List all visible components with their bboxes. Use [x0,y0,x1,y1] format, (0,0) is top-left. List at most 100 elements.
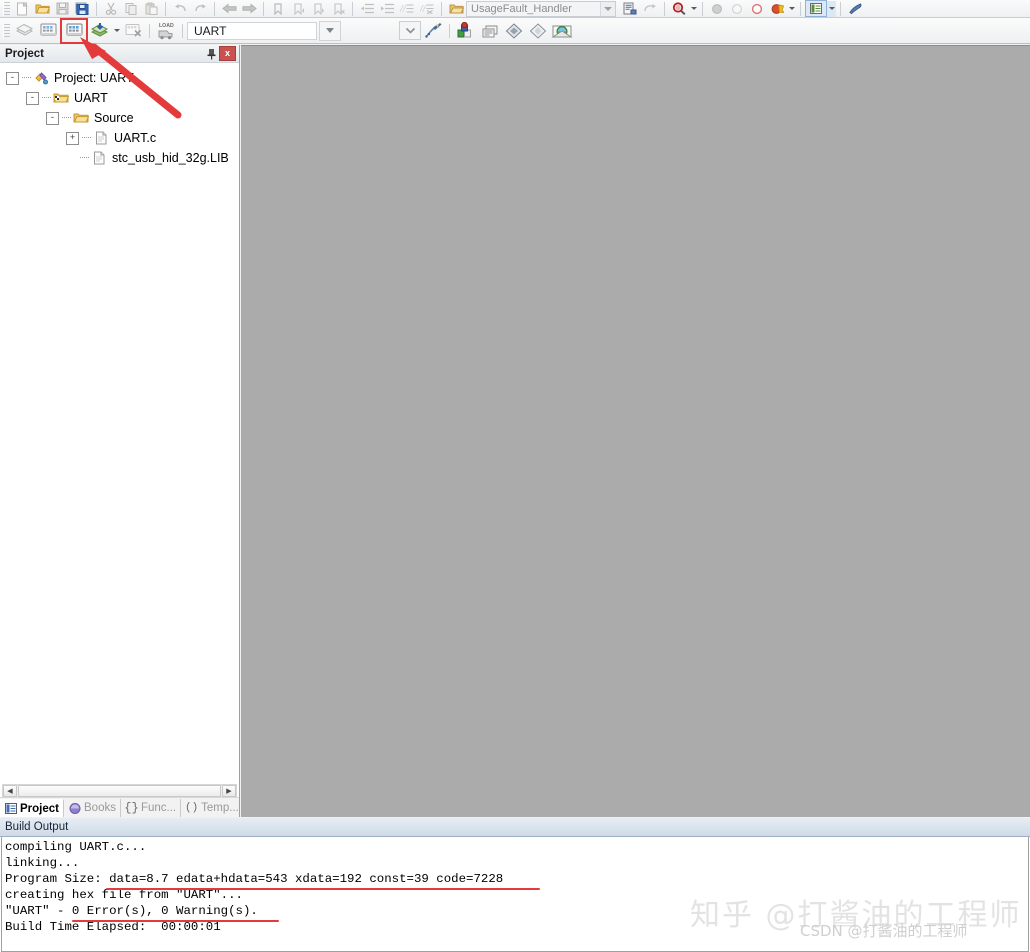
toolbar-separator [664,1,665,16]
bookmark-prev-icon[interactable] [288,1,308,17]
tree-connector [22,77,31,79]
uncomment-lines-icon[interactable]: // [417,1,437,17]
cut-icon[interactable] [101,1,121,17]
window-list-dropdown-icon[interactable] [827,0,836,17]
pin-icon[interactable] [203,47,219,61]
target-options-icon[interactable] [421,20,445,42]
close-icon[interactable]: x [219,46,236,61]
tree-item-project[interactable]: - Project: UART [0,68,239,88]
templates-window-icon[interactable] [526,20,550,42]
source-browser-icon[interactable] [550,20,574,42]
project-panel: Project x - Project: UART - UART - Sourc… [0,45,244,817]
download-icon[interactable]: LOAD [154,20,178,42]
function-combo[interactable]: UsageFault_Handler [466,0,616,17]
scroll-right-icon[interactable]: ▶ [222,785,236,797]
build-target-icon[interactable] [36,20,60,42]
folder-icon [446,1,466,17]
navigate-back-icon[interactable] [219,1,239,17]
target-options-dropdown-icon[interactable] [399,21,421,40]
find-dropdown-icon[interactable] [689,1,698,17]
tab-functions[interactable]: {} Func... [121,799,182,817]
build-output-line: linking... [5,856,80,870]
navigate-forward-icon[interactable] [239,1,259,17]
target-selector[interactable]: UART [187,21,317,40]
target-folder-icon [53,90,69,106]
breakpoint-disabled-icon[interactable] [707,1,727,17]
breakpoint-dropdown-icon[interactable] [787,1,796,17]
chevron-down-icon[interactable] [600,1,615,16]
tab-books[interactable]: Books [64,799,121,817]
tree-connector [42,97,51,99]
bookmark-next-icon[interactable] [308,1,328,17]
paste-icon[interactable] [141,1,161,17]
tree-item-file-uart-c[interactable]: + UART.c [0,128,239,148]
tree-toggle-icon[interactable]: - [26,91,39,105]
breakpoint-kill-all-icon[interactable] [767,1,787,17]
tree-item-group[interactable]: - Source [0,108,239,128]
tree-toggle-icon[interactable]: + [66,131,79,145]
tree-item-label: UART.c [114,131,157,145]
target-dropdown-icon[interactable] [319,20,341,41]
new-file-icon[interactable] [12,1,32,17]
functions-tab-icon: {} [124,801,139,815]
open-file-icon[interactable] [32,1,52,17]
comment-lines-icon[interactable]: // [397,1,417,17]
templates-tab-icon: () [185,802,199,814]
configure-tools-icon[interactable] [845,1,865,17]
save-icon[interactable] [52,1,72,17]
copy-icon[interactable] [121,1,141,17]
batch-build-dropdown-icon[interactable] [112,23,121,39]
tree-connector [82,137,91,139]
group-folder-icon [73,110,89,126]
build-output-line: Program Size: data=8.7 edata+hdata=543 x… [5,872,504,886]
toolbar-separator [263,1,264,16]
translate-file-icon[interactable] [12,20,36,42]
tree-item-file-lib[interactable]: stc_usb_hid_32g.LIB [0,148,239,168]
target-selector-value: UART [194,23,227,38]
toolbar-separator [149,23,150,38]
tree-item-label: Source [94,111,134,125]
save-all-icon[interactable] [72,1,92,17]
bookmark-toggle-icon[interactable] [268,1,288,17]
tree-toggle-icon[interactable]: - [6,71,19,85]
editor-area[interactable] [241,45,1030,817]
find-in-files-icon[interactable] [669,1,689,17]
toolbar-separator [182,23,183,38]
undo-icon[interactable] [170,1,190,17]
tree-toggle-icon[interactable]: - [46,111,59,125]
toolbar-separator [449,23,450,38]
toolbar-separator [165,1,166,16]
indent-decrease-icon[interactable] [357,1,377,17]
goto-definition-icon[interactable] [640,1,660,17]
books-window-icon[interactable] [478,20,502,42]
configuration-wizard-icon[interactable] [620,1,640,17]
edit-toolbar: // // UsageFault_Handler [0,0,1030,18]
rebuild-all-icon[interactable] [60,17,88,44]
tree-item-label: UART [74,91,108,105]
svg-text://: // [400,4,407,14]
scroll-left-icon[interactable]: ◀ [3,785,17,797]
indent-increase-icon[interactable] [377,1,397,17]
scrollbar-thumb[interactable] [18,785,221,797]
function-combo-value: UsageFault_Handler [471,2,572,15]
project-tree-horizontal-scrollbar[interactable]: ◀ ▶ [2,784,237,798]
functions-window-icon[interactable] [502,20,526,42]
tab-project[interactable]: Project [0,799,64,817]
tree-item-target[interactable]: - UART [0,88,239,108]
tab-templates[interactable]: () Temp... [181,799,244,817]
window-list-icon[interactable] [805,0,827,17]
toolbar-separator [96,1,97,16]
toolbar-grip[interactable] [3,23,10,38]
stop-build-icon[interactable] [121,20,145,42]
bookmark-clear-icon[interactable] [328,1,348,17]
breakpoint-disable-all-icon[interactable] [747,1,767,17]
redo-icon[interactable] [190,1,210,17]
project-panel-title: Project [5,47,44,60]
toolbar-grip[interactable] [3,1,10,16]
batch-build-icon[interactable] [88,20,112,42]
breakpoint-toggle-icon[interactable] [727,1,747,17]
manage-project-items-icon[interactable] [454,20,478,42]
project-icon [33,70,49,86]
annotation-underline-errors [72,920,279,922]
project-tree[interactable]: - Project: UART - UART - Source + UART.c… [0,63,239,783]
